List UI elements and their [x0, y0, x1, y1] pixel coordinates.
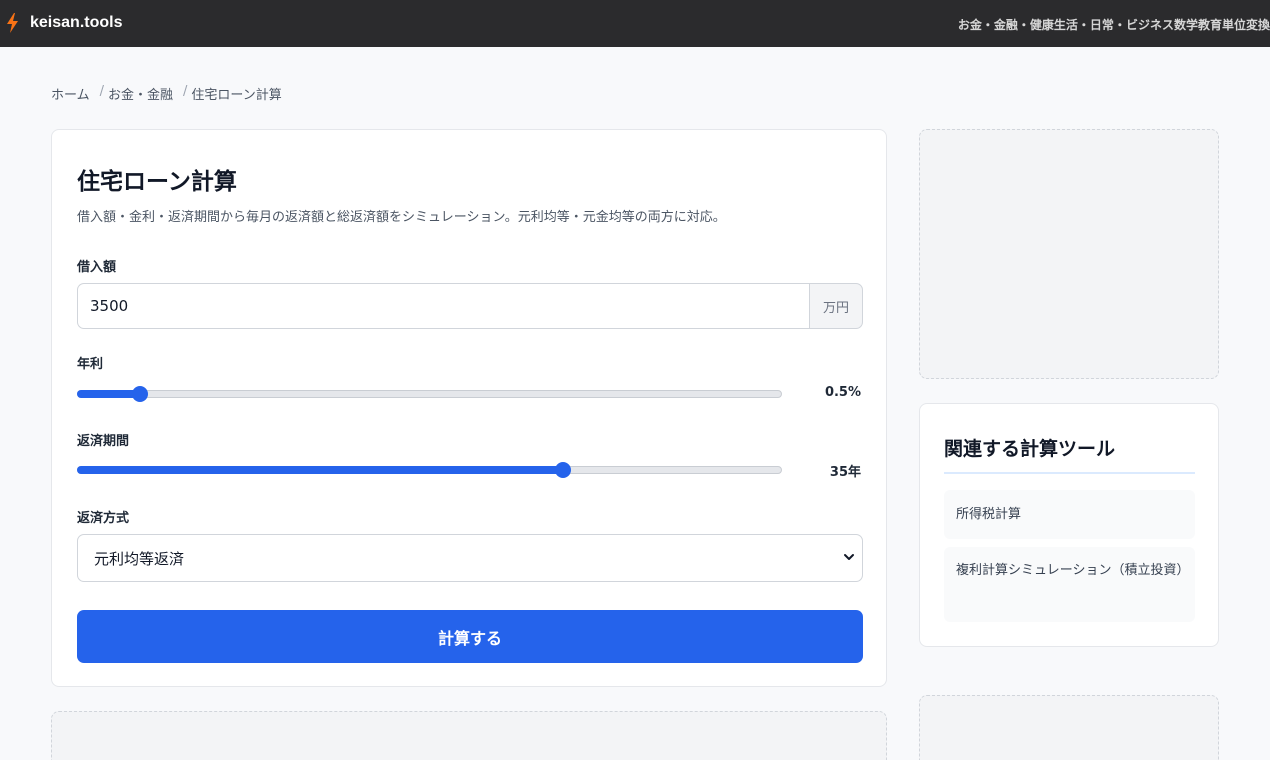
- breadcrumb-separator: /: [99, 84, 105, 99]
- slider-thumb[interactable]: [555, 462, 572, 478]
- top-bar: keisan.tools お金・金融・健康 生活・日常・ビジネス 数学 教育 単位変換: [0, 0, 1270, 47]
- ad-placeholder-sidebar-top: [919, 129, 1219, 379]
- nav-separator: ・: [1017, 18, 1030, 32]
- ad-placeholder-sidebar-bottom: [919, 695, 1219, 760]
- rate-slider[interactable]: [77, 386, 782, 402]
- related-tools-card: 関連する計算ツール 所得税計算 複利計算シミュレーション（積立投資）: [919, 403, 1219, 647]
- period-value: 35年: [829, 465, 861, 480]
- calculate-button[interactable]: 計算する: [77, 610, 863, 663]
- period-label: 返済期間: [77, 434, 130, 449]
- method-label: 返済方式: [77, 511, 130, 526]
- breadcrumb-category[interactable]: お金・金融: [108, 84, 173, 103]
- rate-value: 0.5%: [824, 385, 861, 400]
- calculator-card: 住宅ローン計算 借入額・金利・返済期間から毎月の返済額と総返済額をシミュレーショ…: [51, 129, 887, 687]
- slider-thumb[interactable]: [132, 386, 149, 402]
- slider-fill: [77, 466, 564, 474]
- site-logo[interactable]: keisan.tools: [6, 13, 122, 33]
- breadcrumb-current: 住宅ローン計算: [191, 88, 282, 103]
- amount-label: 借入額: [77, 260, 117, 275]
- slider-track: [77, 390, 782, 398]
- slider-fill: [77, 390, 141, 398]
- method-select[interactable]: 元利均等返済: [77, 534, 863, 582]
- nav-item-education[interactable]: 教育: [1198, 16, 1222, 33]
- method-selected-value: 元利均等返済: [94, 549, 185, 568]
- ad-placeholder-main-bottom: [51, 711, 887, 760]
- logo-text: keisan.tools: [30, 14, 123, 31]
- nav-item-business[interactable]: ビジネス: [1126, 16, 1174, 33]
- page-description: 借入額・金利・返済期間から毎月の返済額と総返済額をシミュレーション。元利均等・元…: [77, 210, 726, 225]
- related-tools-title: 関連する計算ツール: [944, 438, 1116, 460]
- nav-item-unit-conversion[interactable]: 単位変換: [1222, 16, 1270, 33]
- period-slider[interactable]: [77, 462, 782, 478]
- breadcrumb: ホーム / お金・金融 / 住宅ローン計算: [51, 84, 282, 103]
- rate-label: 年利: [77, 357, 104, 372]
- breadcrumb-separator: /: [183, 84, 188, 99]
- page-title: 住宅ローン計算: [77, 169, 237, 195]
- divider: [944, 472, 1195, 474]
- amount-unit: 万円: [809, 283, 863, 329]
- nav-item-life[interactable]: 生活・日常: [1054, 16, 1114, 33]
- chevron-down-icon: [844, 554, 854, 560]
- nav-separator: ・: [1113, 18, 1126, 32]
- related-item-compound-interest[interactable]: 複利計算シミュレーション（積立投資）: [944, 547, 1195, 622]
- nav-item-money[interactable]: お金・金融: [958, 16, 1018, 33]
- related-item-income-tax[interactable]: 所得税計算: [944, 490, 1195, 539]
- amount-input[interactable]: [77, 283, 810, 329]
- nav-item-math[interactable]: 数学: [1174, 16, 1198, 33]
- category-nav: お金・金融・健康 生活・日常・ビジネス 数学 教育 単位変換: [958, 16, 1270, 33]
- lightning-bolt-icon: [7, 13, 18, 33]
- breadcrumb-home[interactable]: ホーム: [51, 84, 90, 103]
- nav-item-health[interactable]: 健康: [1030, 16, 1054, 33]
